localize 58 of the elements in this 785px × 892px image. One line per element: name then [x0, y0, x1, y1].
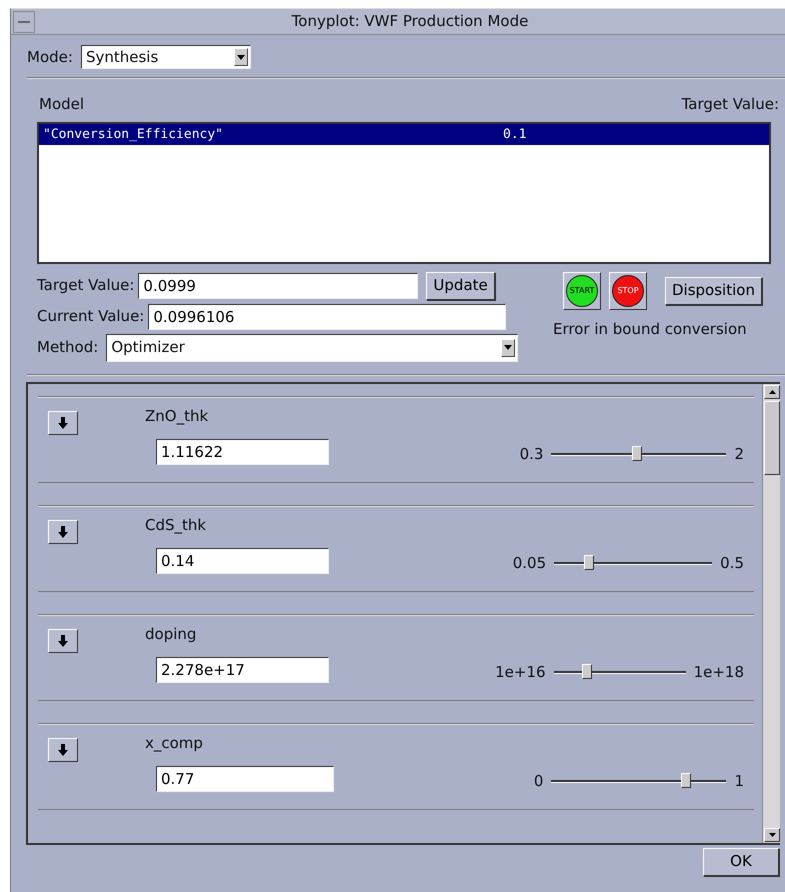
mode-label: Mode:	[27, 46, 73, 68]
parameter-name: ZnO_thk	[145, 406, 208, 426]
parameter-name: CdS_thk	[145, 514, 206, 536]
slider-thumb[interactable]	[632, 446, 642, 461]
arrow-down-icon	[57, 744, 69, 756]
model-list[interactable]: "Conversion_Efficiency" 0.1	[37, 122, 771, 264]
parameter-field[interactable]: 2.278e+17	[156, 656, 329, 682]
scroll-down-icon	[768, 832, 776, 836]
expand-button[interactable]	[48, 628, 78, 652]
slider-max: 1e+18	[694, 662, 744, 682]
slider-max: 2	[734, 444, 744, 464]
start-button[interactable]: START	[563, 272, 601, 310]
slider-min: 0.05	[512, 552, 546, 574]
parameter-field[interactable]: 1.11622	[156, 438, 329, 464]
list-row[interactable]: "Conversion_Efficiency" 0.1	[39, 124, 769, 145]
field-label: Target Value:	[37, 275, 134, 296]
ok-button[interactable]: OK	[703, 848, 779, 876]
parameter-name: x_comp	[145, 732, 203, 754]
arrow-down-icon	[57, 526, 69, 538]
slider[interactable]	[554, 664, 686, 680]
expand-button[interactable]	[48, 520, 78, 544]
slider-min: 1e+16	[495, 662, 546, 682]
slider-thumb[interactable]	[584, 554, 594, 570]
scrollbar-thumb[interactable]	[764, 400, 780, 474]
parameter-field[interactable]: 0.77	[156, 766, 334, 792]
update-button[interactable]: Update	[426, 272, 495, 300]
field-label: Method:	[37, 337, 98, 358]
slider-max: 0.5	[720, 552, 744, 574]
expand-button[interactable]	[48, 738, 78, 762]
parameter-name: doping	[145, 624, 196, 644]
stop-button[interactable]: STOP	[609, 272, 647, 310]
caret-icon	[504, 345, 512, 350]
expand-button[interactable]	[48, 410, 78, 434]
scroll-up-icon	[768, 390, 776, 394]
slider-max: 1	[734, 770, 744, 792]
method-dropdown[interactable]: Optimizer	[106, 334, 518, 362]
slider[interactable]	[554, 554, 712, 571]
parameter-field[interactable]: 0.14	[156, 548, 329, 574]
current-value-field[interactable]: 0.0996106	[148, 304, 506, 330]
arrow-down-icon	[57, 634, 69, 646]
slider[interactable]	[551, 446, 726, 462]
slider-min: 0	[534, 770, 544, 792]
window-menu-button[interactable]	[13, 10, 35, 32]
slider-thumb[interactable]	[681, 772, 692, 788]
field-label: Current Value:	[37, 306, 144, 328]
column-header: Target Value:	[682, 94, 779, 115]
status-message: Error in bound conversion	[553, 318, 748, 340]
caret-icon	[236, 54, 245, 60]
column-header: Model	[39, 94, 84, 115]
mode-dropdown[interactable]: Synthesis	[80, 45, 251, 69]
scrollbar[interactable]	[762, 384, 780, 842]
slider-min: 0.3	[520, 444, 544, 464]
slider[interactable]	[551, 772, 726, 789]
slider-thumb[interactable]	[582, 664, 592, 679]
window-title: Tonyplot: VWF Production Mode	[292, 12, 528, 30]
target-value-field[interactable]: 0.0999	[138, 272, 418, 298]
arrow-down-icon	[57, 416, 69, 428]
disposition-button[interactable]: Disposition	[665, 276, 762, 304]
